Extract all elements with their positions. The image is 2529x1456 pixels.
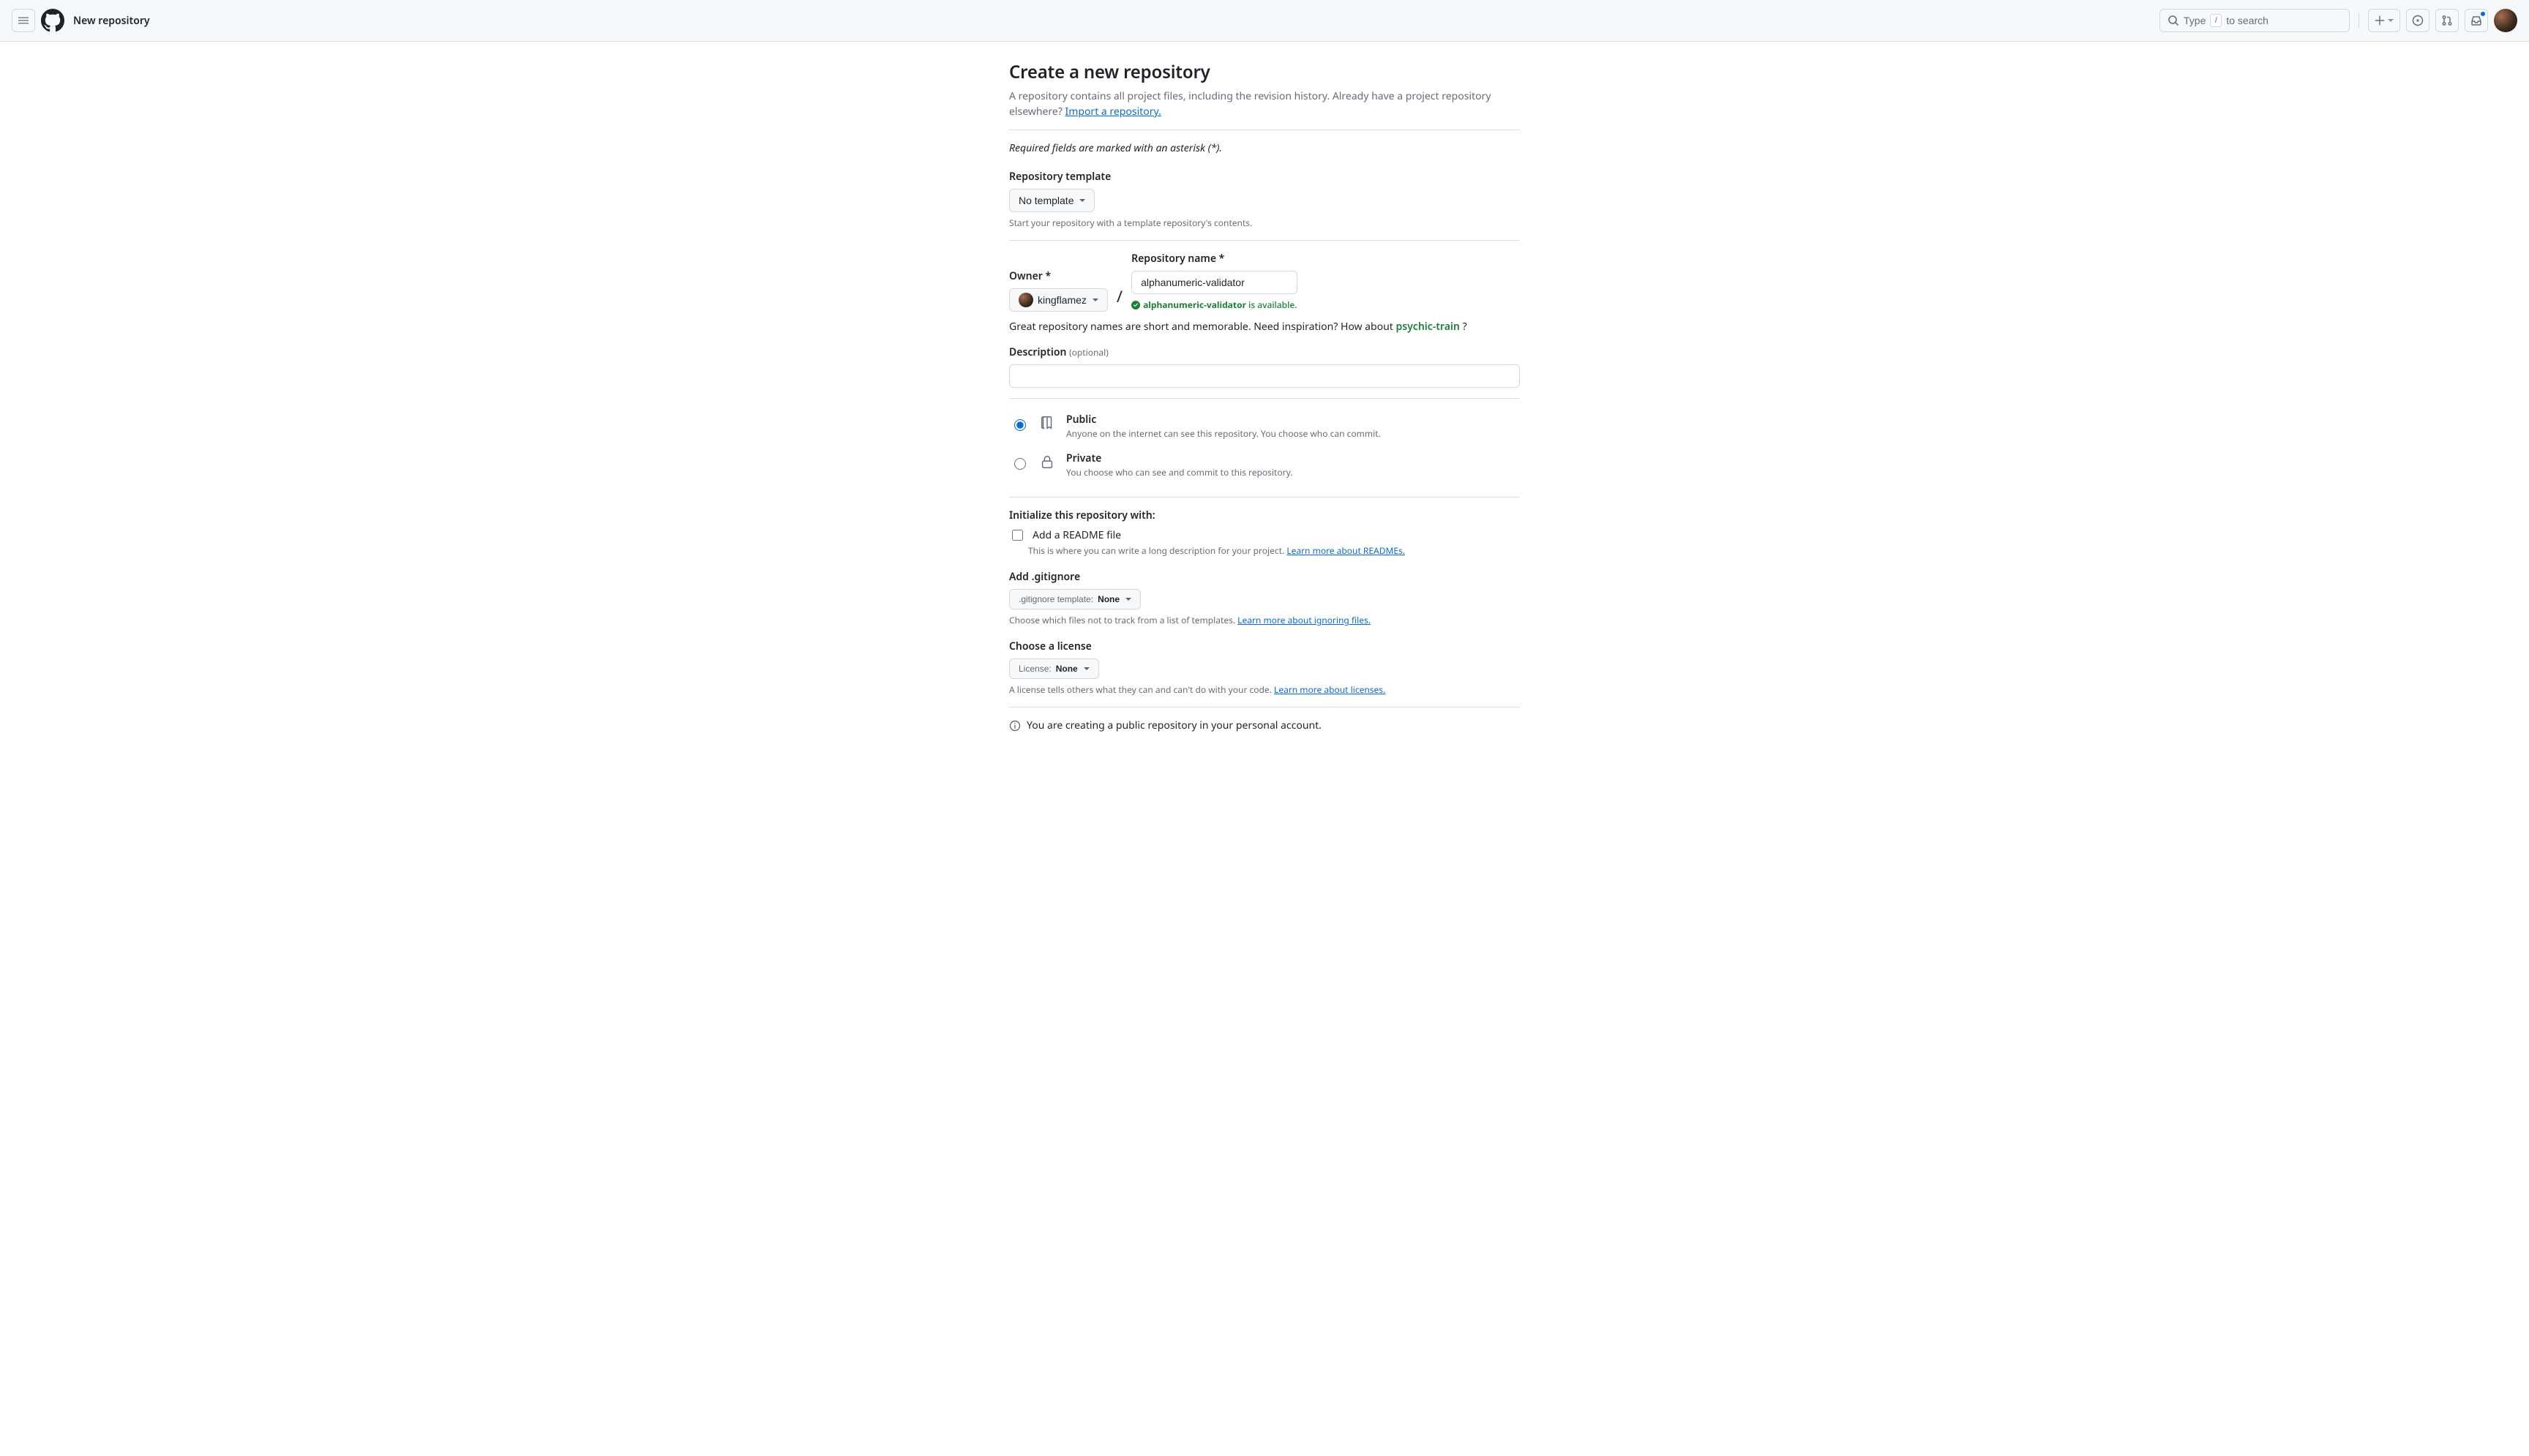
- name-suggestion-line: Great repository names are short and mem…: [1009, 319, 1520, 334]
- repo-name-label: Repository name *: [1131, 251, 1297, 266]
- page-description: A repository contains all project files,…: [1009, 89, 1520, 119]
- page-heading: Create a new repository: [1009, 59, 1520, 86]
- divider: [1009, 240, 1520, 241]
- plus-icon: [2375, 15, 2385, 26]
- notification-indicator-dot: [2480, 11, 2486, 17]
- gitignore-desc-text: Choose which files not to track from a l…: [1009, 614, 1237, 626]
- hamburger-icon: [18, 15, 29, 26]
- creation-info-text: You are creating a public repository in …: [1027, 718, 1322, 733]
- gitignore-btn-value: None: [1098, 594, 1120, 604]
- owner-label: Owner *: [1009, 269, 1108, 284]
- header-separator: [2358, 13, 2359, 28]
- repo-icon: [1039, 415, 1055, 431]
- template-hint: Start your repository with a template re…: [1009, 217, 1520, 230]
- hamburger-menu-button[interactable]: [12, 9, 35, 32]
- context-title[interactable]: New repository: [70, 13, 153, 29]
- availability-suffix: is available.: [1246, 299, 1297, 311]
- user-avatar[interactable]: [2494, 9, 2517, 32]
- visibility-private-radio[interactable]: [1014, 458, 1026, 470]
- suggestion-suffix: ?: [1462, 320, 1466, 334]
- license-learn-more-link[interactable]: Learn more about licenses.: [1274, 683, 1385, 696]
- caret-down-icon: [1084, 667, 1090, 670]
- lock-icon: [1039, 454, 1055, 470]
- readme-checkbox[interactable]: [1012, 530, 1023, 541]
- suggestion-prefix: Great repository names are short and mem…: [1009, 320, 1395, 334]
- caret-down-icon: [1125, 598, 1131, 601]
- info-icon: [1009, 720, 1021, 732]
- repo-name-input[interactable]: [1131, 271, 1297, 294]
- template-label: Repository template: [1009, 169, 1520, 184]
- availability-message: alphanumeric-validator is available.: [1131, 299, 1297, 312]
- required-fields-note: Required fields are marked with an aster…: [1009, 140, 1520, 156]
- private-title: Private: [1066, 451, 1292, 466]
- description-optional-text: (optional): [1069, 346, 1109, 359]
- public-title: Public: [1066, 412, 1381, 427]
- license-description: A license tells others what they can and…: [1009, 683, 1520, 697]
- github-mark-icon: [41, 9, 64, 32]
- path-separator: /: [1117, 285, 1123, 312]
- github-logo-link[interactable]: [41, 9, 64, 32]
- caret-down-icon: [1079, 199, 1085, 202]
- availability-name: alphanumeric-validator: [1143, 299, 1246, 311]
- license-label: Choose a license: [1009, 639, 1520, 654]
- check-circle-fill-icon: [1131, 301, 1140, 309]
- description-label-text: Description: [1009, 345, 1066, 359]
- divider: [1009, 707, 1520, 708]
- creation-info-line: You are creating a public repository in …: [1009, 718, 1520, 733]
- description-input[interactable]: [1009, 364, 1520, 388]
- readme-description: This is where you can write a long descr…: [1028, 544, 1520, 558]
- description-label: Description (optional): [1009, 345, 1520, 360]
- readme-label[interactable]: Add a README file: [1033, 528, 1121, 543]
- search-icon: [2168, 15, 2179, 26]
- issues-button[interactable]: [2406, 9, 2429, 32]
- owner-avatar: [1019, 293, 1033, 307]
- app-header: New repository Type / to search: [0, 0, 2529, 42]
- main-content: Create a new repository A repository con…: [997, 59, 1532, 733]
- gitignore-select-button[interactable]: .gitignore template: None: [1009, 589, 1141, 609]
- initialize-heading: Initialize this repository with:: [1009, 508, 1520, 523]
- pull-requests-button[interactable]: [2435, 9, 2459, 32]
- private-description: You choose who can see and commit to thi…: [1066, 466, 1292, 479]
- search-button[interactable]: Type / to search: [2159, 9, 2350, 32]
- search-text-suffix: to search: [2226, 15, 2268, 26]
- gitignore-btn-prefix: .gitignore template:: [1019, 594, 1093, 604]
- public-description: Anyone on the internet can see this repo…: [1066, 427, 1381, 440]
- gitignore-label: Add .gitignore: [1009, 569, 1520, 585]
- license-btn-value: None: [1056, 664, 1078, 674]
- caret-down-icon: [2388, 19, 2394, 22]
- caret-down-icon: [1093, 299, 1098, 301]
- search-text-prefix: Type: [2184, 15, 2206, 26]
- visibility-public-radio[interactable]: [1014, 419, 1026, 431]
- suggested-name-button[interactable]: psychic-train: [1395, 320, 1459, 334]
- license-select-button[interactable]: License: None: [1009, 658, 1099, 679]
- template-selected-value: No template: [1019, 195, 1074, 206]
- gitignore-learn-more-link[interactable]: Learn more about ignoring files.: [1237, 614, 1371, 626]
- license-btn-prefix: License:: [1019, 664, 1052, 674]
- readme-desc-text: This is where you can write a long descr…: [1028, 544, 1286, 557]
- license-desc-text: A license tells others what they can and…: [1009, 683, 1274, 696]
- git-pull-request-icon: [2441, 15, 2453, 26]
- issue-opened-icon: [2412, 15, 2424, 26]
- template-select-button[interactable]: No template: [1009, 189, 1095, 212]
- search-hotkey: /: [2210, 14, 2222, 27]
- readme-learn-more-link[interactable]: Learn more about READMEs.: [1286, 544, 1405, 557]
- gitignore-description: Choose which files not to track from a l…: [1009, 614, 1520, 627]
- divider: [1009, 398, 1520, 399]
- owner-select-button[interactable]: kingflamez: [1009, 288, 1108, 312]
- owner-selected-value: kingflamez: [1038, 294, 1087, 306]
- inbox-icon: [2470, 15, 2482, 26]
- create-new-dropdown[interactable]: [2368, 9, 2400, 32]
- divider: [1009, 497, 1520, 498]
- import-repository-link[interactable]: Import a repository.: [1065, 105, 1161, 119]
